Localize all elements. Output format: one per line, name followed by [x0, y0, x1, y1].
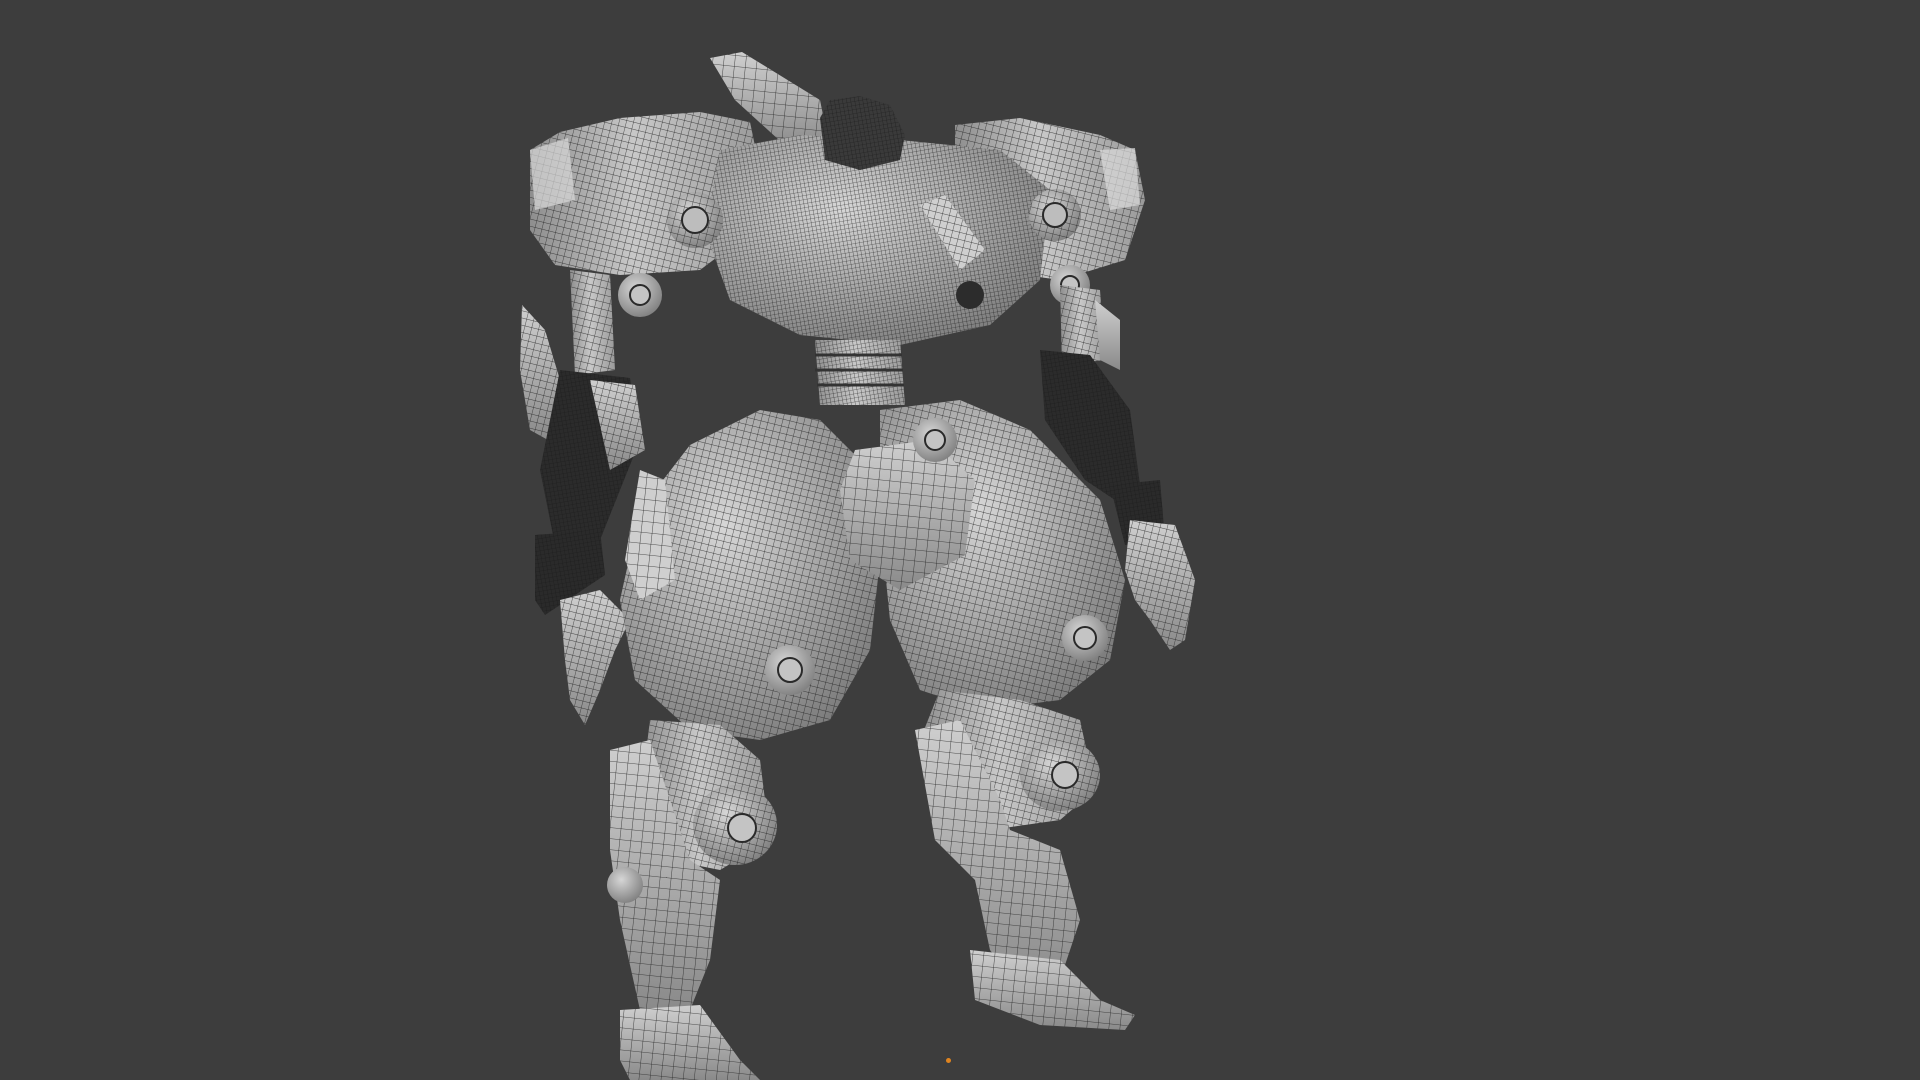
- head[interactable]: [820, 96, 905, 170]
- 3d-viewport[interactable]: [0, 0, 1920, 1080]
- knee-left[interactable]: [693, 785, 777, 865]
- knee-right[interactable]: [1020, 739, 1100, 811]
- chest[interactable]: [705, 135, 1050, 345]
- mech-model[interactable]: [520, 52, 1195, 1080]
- foot-right[interactable]: [970, 950, 1135, 1030]
- waist[interactable]: [815, 340, 905, 405]
- origin-marker: [946, 1058, 951, 1063]
- foot-left[interactable]: [620, 1005, 760, 1080]
- hip-left[interactable]: [620, 410, 880, 740]
- hand-right[interactable]: [1125, 520, 1195, 650]
- viewport-canvas: [520, 52, 1195, 1080]
- hand-left[interactable]: [560, 590, 630, 725]
